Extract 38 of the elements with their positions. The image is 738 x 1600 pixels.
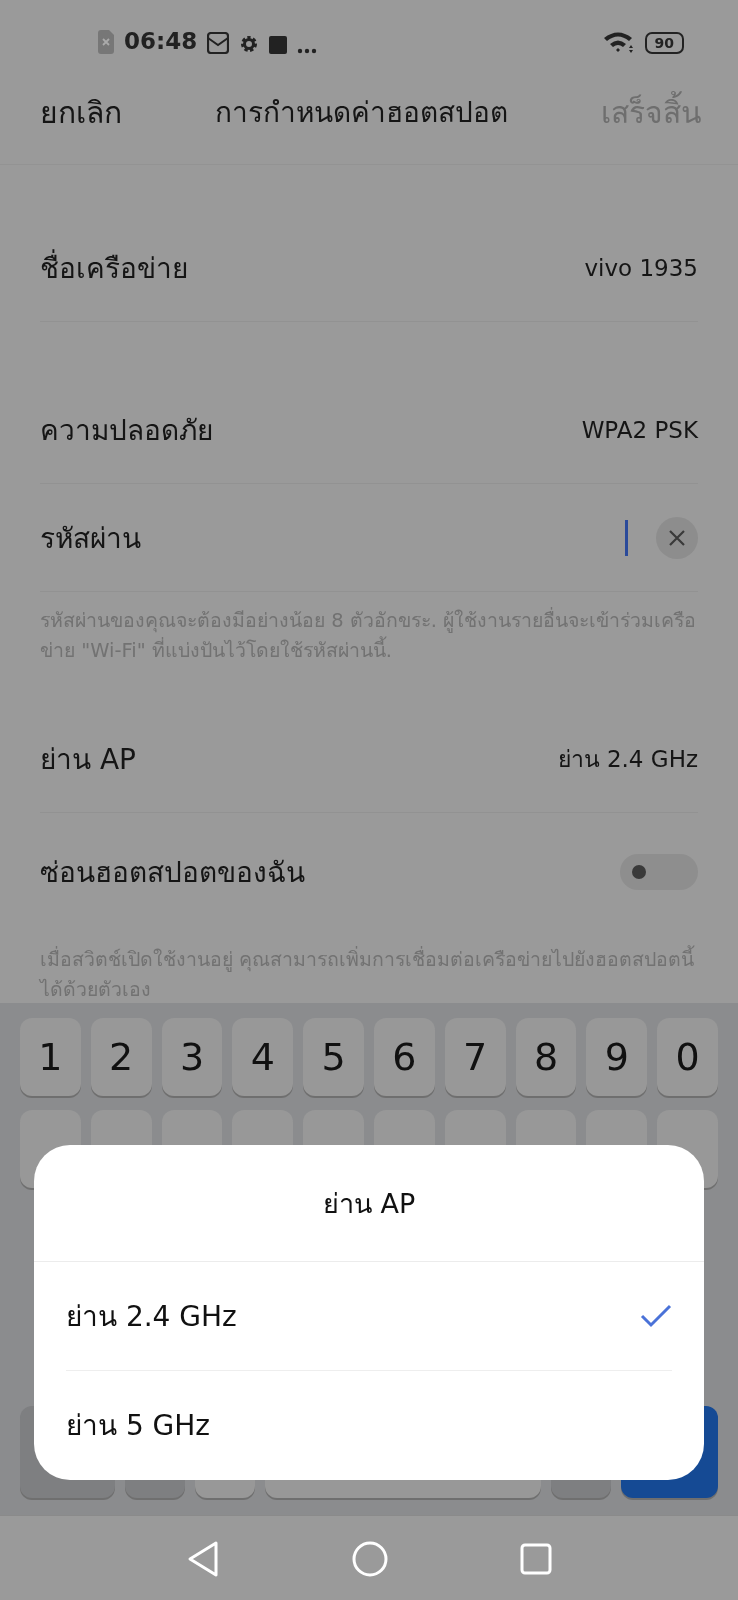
setting-value[interactable]: ย่าน 2.4 GHz bbox=[557, 741, 698, 777]
key[interactable]: 1 bbox=[20, 1018, 81, 1096]
toggle-switch[interactable] bbox=[620, 854, 698, 890]
settings-icon bbox=[239, 34, 260, 54]
key[interactable]: 3 bbox=[161, 1018, 223, 1096]
setting-value[interactable]: vivo 1935 bbox=[584, 255, 698, 281]
setting-label: ความปลอดภัย bbox=[40, 413, 213, 449]
dialog-title: ย่าน AP bbox=[34, 1145, 704, 1262]
square-icon bbox=[269, 36, 288, 54]
key[interactable]: 8 bbox=[515, 1018, 577, 1096]
clock: 06:48 bbox=[124, 28, 198, 54]
sim-icon bbox=[98, 30, 114, 54]
cancel-button[interactable]: ยกเลิก bbox=[40, 88, 122, 136]
more-icon bbox=[297, 48, 318, 54]
mail-icon bbox=[207, 32, 230, 54]
setting-label: ซ่อนฮอตสปอตของฉัน bbox=[40, 855, 305, 891]
text-cursor bbox=[625, 519, 628, 556]
recents-icon[interactable] bbox=[520, 1542, 553, 1575]
home-icon[interactable] bbox=[351, 1539, 389, 1578]
key[interactable]: 9 bbox=[586, 1018, 648, 1096]
setting-label: ชื่อเครือข่าย bbox=[40, 246, 188, 290]
battery-indicator: 90 bbox=[644, 32, 684, 54]
key[interactable]: 4 bbox=[232, 1018, 294, 1096]
band-option[interactable]: ย่าน 2.4 GHz bbox=[66, 1262, 672, 1371]
key[interactable]: 2 bbox=[90, 1018, 152, 1096]
band-option[interactable]: ย่าน 5 GHz bbox=[66, 1371, 672, 1479]
key[interactable]: 6 bbox=[374, 1018, 435, 1096]
key[interactable]: 7 bbox=[444, 1018, 506, 1096]
page-title: การกำหนดค่าฮอตสปอต bbox=[215, 95, 508, 131]
check-icon bbox=[640, 1304, 672, 1328]
close-icon bbox=[668, 528, 686, 547]
setting-label: ย่าน AP bbox=[40, 742, 136, 778]
key[interactable]: 5 bbox=[303, 1018, 364, 1096]
setting-label: รหัสผ่าน bbox=[40, 520, 141, 557]
key[interactable]: 0 bbox=[657, 1018, 718, 1096]
clear-button[interactable] bbox=[656, 516, 698, 559]
setting-value[interactable]: WPA2 PSK bbox=[581, 417, 698, 443]
wifi-icon bbox=[602, 30, 635, 54]
